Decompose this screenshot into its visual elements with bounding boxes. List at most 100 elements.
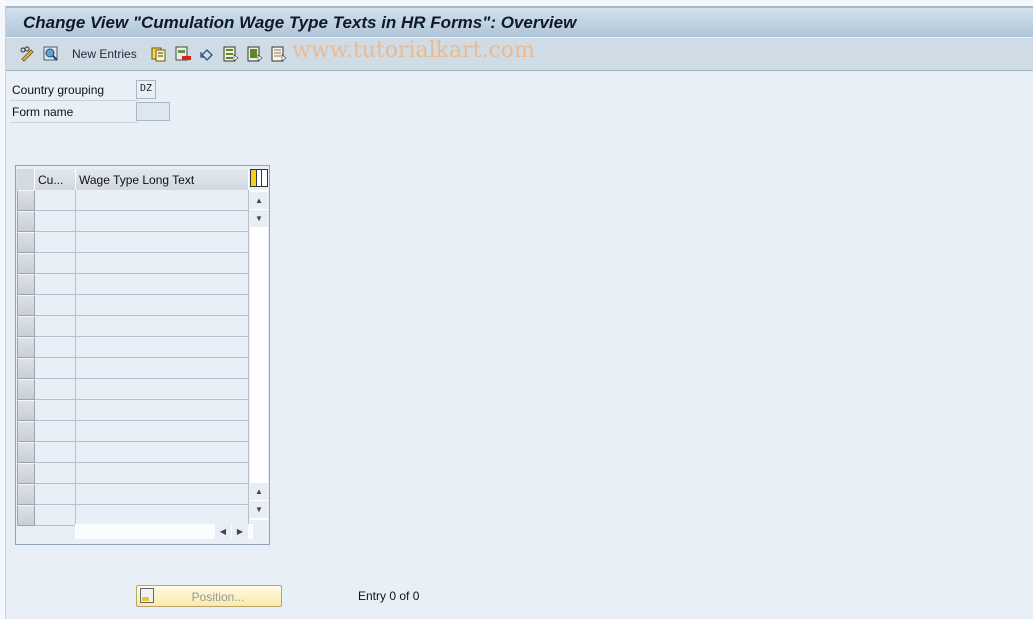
cell-wage-type-long-text[interactable] <box>76 358 249 379</box>
field-divider <box>10 122 138 123</box>
select-all-icon[interactable] <box>223 46 239 62</box>
page-title: Change View "Cumulation Wage Type Texts … <box>23 13 577 32</box>
cell-cumulation[interactable] <box>35 211 76 232</box>
cell-wage-type-long-text[interactable] <box>76 379 249 400</box>
row-selector[interactable] <box>17 211 35 232</box>
cell-wage-type-long-text[interactable] <box>76 337 249 358</box>
cell-wage-type-long-text[interactable] <box>76 442 249 463</box>
row-selector[interactable] <box>17 337 35 358</box>
application-toolbar: New Entries www.tutorialkart.com <box>6 38 1033 71</box>
table-row <box>16 400 249 421</box>
column-settings-icon[interactable] <box>250 169 268 187</box>
cell-wage-type-long-text[interactable] <box>76 316 249 337</box>
cell-cumulation[interactable] <box>35 421 76 442</box>
select-block-icon[interactable] <box>247 46 263 62</box>
row-selector[interactable] <box>17 295 35 316</box>
row-selector[interactable] <box>17 232 35 253</box>
scroll-up-icon[interactable]: ▲ <box>250 192 268 209</box>
cell-cumulation[interactable] <box>35 274 76 295</box>
column-header-cumulation[interactable]: Cu... <box>35 169 76 190</box>
cell-cumulation[interactable] <box>35 232 76 253</box>
cell-cumulation[interactable] <box>35 358 76 379</box>
cell-cumulation[interactable] <box>35 337 76 358</box>
scroll-page-up-icon[interactable]: ▲ <box>250 483 268 500</box>
table-row <box>16 316 249 337</box>
select-all-rows-button[interactable] <box>17 169 35 190</box>
country-grouping-label: Country grouping <box>12 83 105 97</box>
title-bar: Change View "Cumulation Wage Type Texts … <box>6 6 1033 38</box>
copy-as-icon[interactable] <box>151 46 167 62</box>
row-selector[interactable] <box>17 274 35 295</box>
cell-cumulation[interactable] <box>35 463 76 484</box>
vertical-scrollbar[interactable]: ▲ ▼ ▲ ▼ <box>250 190 268 520</box>
row-selector[interactable] <box>17 316 35 337</box>
row-selector[interactable] <box>17 253 35 274</box>
undo-change-icon[interactable] <box>199 46 215 62</box>
new-entries-button[interactable]: New Entries <box>72 47 137 61</box>
cell-cumulation[interactable] <box>35 295 76 316</box>
cell-cumulation[interactable] <box>35 379 76 400</box>
field-divider <box>10 100 138 101</box>
table-row <box>16 421 249 442</box>
scroll-down-icon[interactable]: ▼ <box>250 501 268 518</box>
scroll-left-icon[interactable]: ◀ <box>215 524 231 539</box>
cell-wage-type-long-text[interactable] <box>76 421 249 442</box>
table-row <box>16 442 249 463</box>
find-icon[interactable] <box>43 46 59 62</box>
entry-counter: Entry 0 of 0 <box>358 589 420 603</box>
cell-cumulation[interactable] <box>35 253 76 274</box>
watermark-text: www.tutorialkart.com <box>292 38 535 63</box>
row-selector[interactable] <box>17 421 35 442</box>
cell-cumulation[interactable] <box>35 316 76 337</box>
table-row <box>16 232 249 253</box>
row-selector[interactable] <box>17 442 35 463</box>
row-selector[interactable] <box>17 463 35 484</box>
cell-wage-type-long-text[interactable] <box>76 295 249 316</box>
position-button-label: Position... <box>191 590 245 604</box>
cell-cumulation[interactable] <box>35 484 76 505</box>
cell-wage-type-long-text[interactable] <box>76 463 249 484</box>
country-grouping-field: DZ <box>136 80 156 99</box>
cell-wage-type-long-text[interactable] <box>76 253 249 274</box>
table-row <box>16 274 249 295</box>
cell-cumulation[interactable] <box>35 442 76 463</box>
position-button[interactable]: Position... <box>136 585 282 607</box>
cell-cumulation[interactable] <box>35 190 76 211</box>
table-row <box>16 379 249 400</box>
cell-wage-type-long-text[interactable] <box>76 190 249 211</box>
cell-wage-type-long-text[interactable] <box>76 232 249 253</box>
table-row <box>16 505 249 526</box>
table-row <box>16 337 249 358</box>
column-header-wage-type-long-text[interactable]: Wage Type Long Text <box>76 169 249 190</box>
display-change-icon[interactable] <box>19 46 35 62</box>
cell-cumulation[interactable] <box>35 505 76 526</box>
row-selector[interactable] <box>17 190 35 211</box>
row-selector[interactable] <box>17 358 35 379</box>
row-selector[interactable] <box>17 505 35 526</box>
table-control: Cu... Wage Type Long Text ▲ ▼ ▲ ▼ ◀ ▶ <box>15 165 270 545</box>
cell-wage-type-long-text[interactable] <box>76 400 249 421</box>
delete-icon[interactable] <box>175 46 191 62</box>
table-row <box>16 253 249 274</box>
main-window: Change View "Cumulation Wage Type Texts … <box>5 6 1033 619</box>
table-row <box>16 211 249 232</box>
row-selector[interactable] <box>17 400 35 421</box>
cell-cumulation[interactable] <box>35 400 76 421</box>
table-row <box>16 484 249 505</box>
scroll-page-down-icon[interactable]: ▼ <box>250 210 268 227</box>
table-row <box>16 358 249 379</box>
scroll-right-icon[interactable]: ▶ <box>232 524 248 539</box>
row-selector[interactable] <box>17 379 35 400</box>
cell-wage-type-long-text[interactable] <box>76 484 249 505</box>
table-row <box>16 190 249 211</box>
form-name-field[interactable] <box>136 102 170 121</box>
cell-wage-type-long-text[interactable] <box>76 211 249 232</box>
table-row <box>16 463 249 484</box>
table-row <box>16 295 249 316</box>
table-header: Cu... Wage Type Long Text <box>16 169 249 190</box>
cell-wage-type-long-text[interactable] <box>76 274 249 295</box>
form-name-label: Form name <box>12 105 74 119</box>
row-selector[interactable] <box>17 484 35 505</box>
cell-wage-type-long-text[interactable] <box>76 505 249 526</box>
deselect-all-icon[interactable] <box>271 46 287 62</box>
